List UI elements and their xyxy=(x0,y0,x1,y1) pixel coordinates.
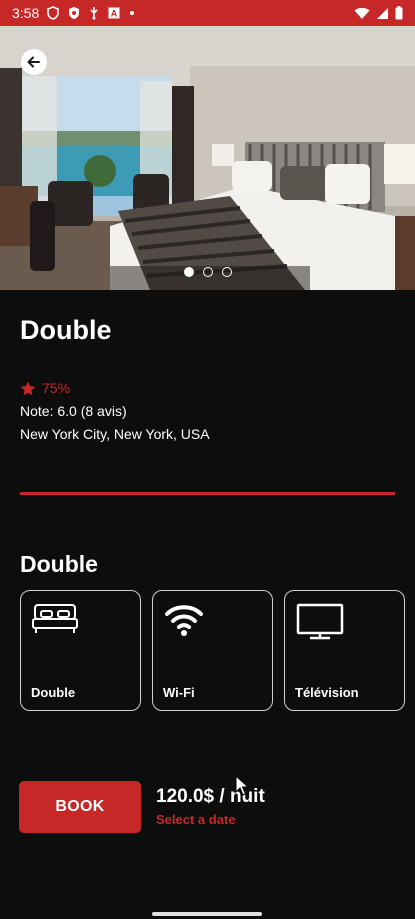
carousel-indicator xyxy=(0,267,415,277)
room-image-carousel[interactable] xyxy=(0,26,415,290)
amenity-card-bed: Double xyxy=(20,590,141,711)
tv-icon xyxy=(296,603,344,640)
review-note: Note: 6.0 (8 avis) xyxy=(20,403,127,419)
rating-percent: 75% xyxy=(42,380,71,396)
mouse-cursor-icon xyxy=(235,775,249,796)
location-text: New York City, New York, USA xyxy=(20,426,210,442)
amenities-list: Double Wi-Fi Télévision xyxy=(20,590,405,711)
amenity-label: Wi-Fi xyxy=(163,685,195,700)
usb-icon xyxy=(90,7,98,20)
a-box-icon: A xyxy=(108,7,120,19)
star-icon xyxy=(20,381,36,395)
carousel-dot-3[interactable] xyxy=(221,267,232,277)
hotel-room-photo xyxy=(0,26,415,290)
section-divider xyxy=(20,492,395,495)
amenities-title: Double xyxy=(20,551,98,577)
amenity-card-tv: Télévision xyxy=(284,590,405,711)
room-title: Double xyxy=(20,315,112,345)
back-button[interactable] xyxy=(21,49,47,75)
arrow-left-icon xyxy=(27,56,40,68)
book-button[interactable]: BOOK xyxy=(19,781,141,833)
select-date-link[interactable]: Select a date xyxy=(156,812,236,827)
home-indicator[interactable] xyxy=(152,912,262,916)
wifi-icon xyxy=(165,605,203,636)
shield-icon xyxy=(47,6,60,20)
battery-icon xyxy=(395,6,403,20)
carousel-dot-1[interactable] xyxy=(183,267,194,277)
signal-icon xyxy=(377,7,388,19)
svg-text:A: A xyxy=(111,9,118,19)
status-bar: 3:58 A xyxy=(0,0,415,26)
rating-row: 75% xyxy=(20,380,70,396)
bed-icon xyxy=(32,604,78,633)
shield-filled-icon xyxy=(69,7,80,19)
carousel-dot-2[interactable] xyxy=(202,267,213,277)
amenity-label: Double xyxy=(31,685,76,700)
dot-icon xyxy=(130,11,135,15)
wifi-icon xyxy=(354,7,370,19)
amenity-label: Télévision xyxy=(295,685,359,700)
status-time: 3:58 xyxy=(12,5,40,21)
amenity-card-wifi: Wi-Fi xyxy=(152,590,273,711)
